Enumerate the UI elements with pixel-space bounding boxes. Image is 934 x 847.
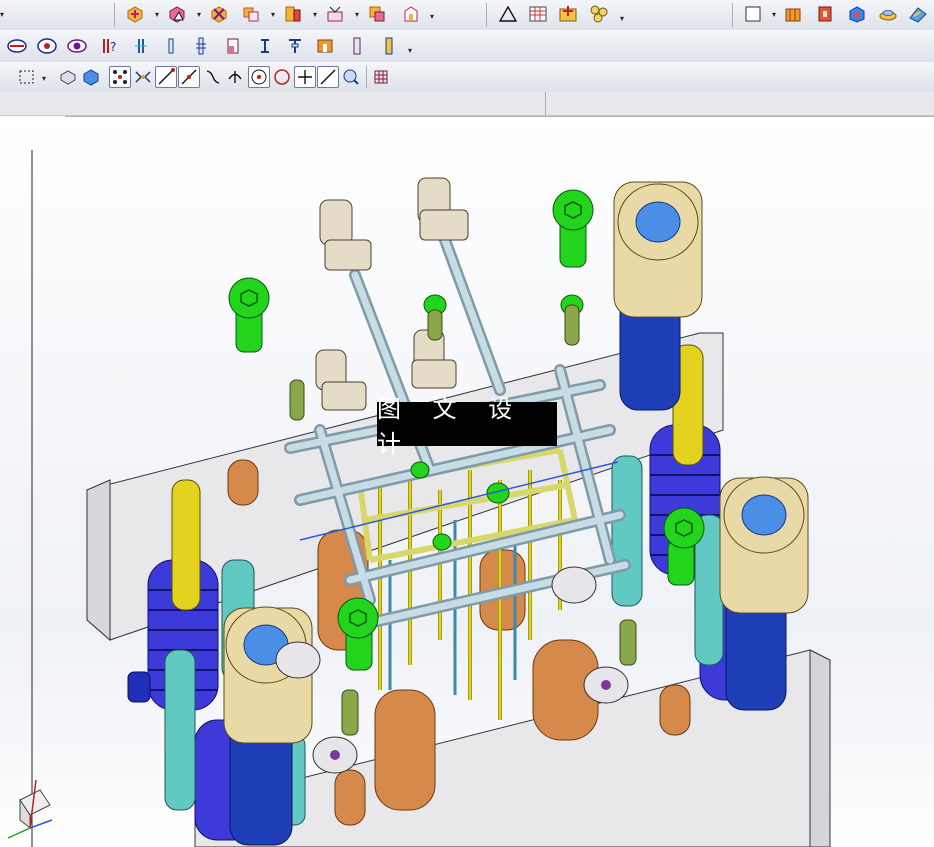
eye-view-icon[interactable] xyxy=(66,35,88,57)
dropdown-chevron-icon[interactable]: ▾ xyxy=(197,10,201,19)
yellow-guide-pin-left xyxy=(171,479,201,611)
pin-icon[interactable] xyxy=(160,35,182,57)
dropdown-chevron-icon[interactable]: ▾ xyxy=(430,12,434,21)
svg-text:?: ? xyxy=(110,40,116,54)
datum-plane-icon[interactable] xyxy=(130,35,152,57)
feature-icon[interactable] xyxy=(814,3,836,25)
slide-icon[interactable] xyxy=(222,35,244,57)
triangle-sketch-icon[interactable] xyxy=(497,3,519,25)
cooling-icon[interactable] xyxy=(378,35,400,57)
exploded-view-icon[interactable] xyxy=(324,3,346,25)
cone-icon[interactable] xyxy=(877,3,899,25)
tab-bar-divider xyxy=(545,92,546,115)
assembly-constraint-icon[interactable] xyxy=(166,3,188,25)
coordinate-triad xyxy=(7,779,53,839)
line-icon[interactable] xyxy=(155,66,177,88)
toolbar-overflow-chevron-icon[interactable]: ▾ xyxy=(0,10,4,19)
runner-icon[interactable] xyxy=(346,35,368,57)
replace-component-icon[interactable] xyxy=(208,3,230,25)
sequence-icon[interactable] xyxy=(588,3,610,25)
gate-icon[interactable] xyxy=(314,35,336,57)
clearance-analysis-icon[interactable] xyxy=(366,3,388,25)
dropdown-chevron-icon[interactable]: ▾ xyxy=(772,10,776,19)
tangent-icon[interactable] xyxy=(317,66,339,88)
resource-tab-bar xyxy=(0,92,934,116)
wave-geometry-icon[interactable] xyxy=(282,3,304,25)
toolbar-row-3: ▾ xyxy=(0,62,934,93)
mold-assembly-model xyxy=(7,116,934,847)
ejector-icon[interactable] xyxy=(190,35,212,57)
information-icon[interactable]: ? xyxy=(98,35,120,57)
toolbar-separator xyxy=(486,3,487,27)
mirror-assembly-icon[interactable] xyxy=(240,3,262,25)
dropdown-chevron-icon[interactable]: ▾ xyxy=(620,14,624,23)
dropdown-chevron-icon[interactable]: ▾ xyxy=(42,74,46,83)
intersection-icon[interactable] xyxy=(224,66,246,88)
block-icon[interactable] xyxy=(846,3,868,25)
sprue-icon[interactable] xyxy=(284,35,306,57)
toolbar-row-1: ▾ ▾ ▾ ▾ ▾ ▾ ▾ ▾ ▾ xyxy=(0,0,934,31)
target-view-icon[interactable] xyxy=(36,35,58,57)
orange-support-pillar xyxy=(227,459,259,506)
toolbar-separator xyxy=(366,66,367,88)
wireframe-icon[interactable] xyxy=(80,66,102,88)
zoom-icon[interactable] xyxy=(340,66,362,88)
part-navigator-icon[interactable] xyxy=(400,3,422,25)
section-view-icon[interactable] xyxy=(6,35,28,57)
dropdown-chevron-icon[interactable]: ▾ xyxy=(408,46,412,55)
grid-icon[interactable] xyxy=(370,66,392,88)
arc-icon[interactable] xyxy=(178,66,200,88)
move-component-icon[interactable] xyxy=(124,3,146,25)
dropdown-chevron-icon[interactable]: ▾ xyxy=(313,10,317,19)
plus-icon[interactable] xyxy=(294,66,316,88)
graphics-viewport[interactable] xyxy=(0,116,934,847)
snap-grid-icon[interactable] xyxy=(132,66,154,88)
render-icon[interactable] xyxy=(907,3,929,25)
select-box-icon[interactable] xyxy=(16,66,38,88)
snap-point-icon[interactable] xyxy=(109,66,131,88)
center-icon[interactable] xyxy=(248,66,270,88)
toolbar-row-2: ? ▾ xyxy=(0,30,934,63)
blank-sheet-icon[interactable] xyxy=(742,3,764,25)
toolbar-separator xyxy=(732,3,733,27)
shaded-icon[interactable] xyxy=(57,66,79,88)
watermark-banner: 图 文 设 计 xyxy=(377,395,557,458)
spreadsheet-icon[interactable] xyxy=(527,3,549,25)
curve-icon[interactable] xyxy=(202,66,224,88)
quadrant-icon[interactable] xyxy=(271,66,293,88)
toolbar-separator xyxy=(114,3,115,27)
dropdown-chevron-icon[interactable]: ▾ xyxy=(155,10,159,19)
dropdown-chevron-icon[interactable]: ▾ xyxy=(355,10,359,19)
lifter-icon[interactable] xyxy=(254,35,276,57)
extrude-icon[interactable] xyxy=(782,3,804,25)
dropdown-chevron-icon[interactable]: ▾ xyxy=(271,10,275,19)
add-point-icon[interactable] xyxy=(557,3,579,25)
